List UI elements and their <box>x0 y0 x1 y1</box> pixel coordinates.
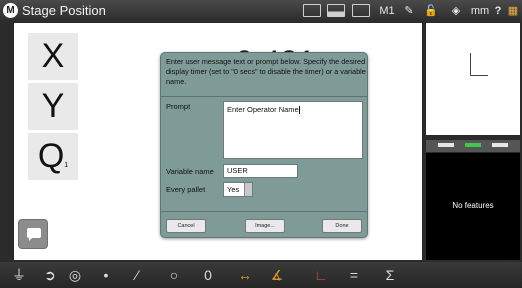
grid-view-icon[interactable] <box>352 4 370 17</box>
bottom-toolbar: ⏚ ➲ ◎ • ⁄ ○ 0 ↔ ∡ ∟ = Σ <box>0 262 522 288</box>
sigma-icon[interactable]: Σ <box>381 266 399 284</box>
layout-icon[interactable] <box>327 4 345 17</box>
app-logo-icon[interactable]: M <box>3 3 18 18</box>
cancel-button[interactable]: Cancel <box>166 219 206 233</box>
datum-icon[interactable]: ◈ <box>449 4 463 18</box>
done-button[interactable]: Done <box>322 219 362 233</box>
circle-icon[interactable]: ○ <box>165 266 183 284</box>
prompt-label: Prompt <box>166 102 191 111</box>
grid-icon[interactable]: ▦ <box>507 4 519 18</box>
tab-left[interactable] <box>438 143 454 147</box>
features-panel: No features <box>426 153 520 260</box>
keypad-icon[interactable] <box>303 4 321 17</box>
every-pallet-value: Yes <box>227 185 240 194</box>
units-label[interactable]: mm <box>470 4 490 18</box>
equals-icon[interactable]: = <box>345 266 363 284</box>
dialog-description: Enter user message text or prompt below.… <box>166 57 366 86</box>
view-x-axis <box>470 75 488 76</box>
axis-y-label: Y <box>41 87 65 125</box>
window-title: Stage Position <box>22 3 106 18</box>
part-view-panel[interactable] <box>426 23 520 135</box>
toggle-knob <box>244 183 252 196</box>
application-window: M Stage Position M1 ✎ 🔓 ◈ mm ? ▦ X Y Q1 … <box>0 0 522 288</box>
axis-q-label: Q <box>37 137 65 175</box>
probe-tool-icon[interactable]: ⏚ <box>10 266 28 284</box>
probe-arm-icon[interactable]: ✎ <box>401 4 417 18</box>
variable-name-input[interactable]: USER <box>223 164 298 178</box>
image-button[interactable]: Image... <box>245 219 285 233</box>
tab-middle[interactable] <box>465 143 481 147</box>
axis-q-subscript: 1 <box>64 162 69 169</box>
tab-right[interactable] <box>492 143 508 147</box>
features-empty-text: No features <box>452 201 494 210</box>
slot-icon[interactable]: 0 <box>199 266 217 284</box>
axis-x-label: X <box>41 37 65 75</box>
dialog-divider-bottom <box>161 211 367 212</box>
title-bar: M Stage Position M1 ✎ 🔓 ◈ mm ? ▦ <box>0 0 522 22</box>
prompt-textarea[interactable]: Enter Operator Name <box>223 101 363 159</box>
machine-label[interactable]: M1 <box>377 4 397 18</box>
angle-icon[interactable]: ∡ <box>268 266 286 284</box>
line-icon[interactable]: ⁄ <box>128 266 146 284</box>
coordinate-system-icon[interactable]: ∟ <box>312 266 330 284</box>
circle-dot-icon[interactable]: ◎ <box>66 266 84 284</box>
every-pallet-label: Every pallet <box>166 185 206 194</box>
prompt-text: Enter Operator Name <box>227 105 299 114</box>
variable-name-label: Variable name <box>166 167 214 176</box>
target-arrow-icon[interactable]: ➲ <box>41 266 59 284</box>
message-dialog: Enter user message text or prompt below.… <box>160 52 368 238</box>
help-icon[interactable]: ? <box>492 4 504 18</box>
axis-q-button[interactable]: Q1 <box>28 133 78 180</box>
every-pallet-toggle[interactable]: Yes <box>223 182 253 197</box>
dialog-divider-top <box>161 96 367 97</box>
message-button[interactable] <box>18 219 48 249</box>
text-caret <box>298 106 300 115</box>
unlock-icon[interactable]: 🔓 <box>424 4 438 18</box>
distance-icon[interactable]: ↔ <box>236 266 254 284</box>
point-icon[interactable]: • <box>97 266 115 284</box>
panel-tabstrip <box>426 140 520 152</box>
axis-x-button[interactable]: X <box>28 33 78 80</box>
view-y-axis <box>470 53 471 75</box>
speech-bubble-icon <box>27 228 41 241</box>
axis-y-button[interactable]: Y <box>28 83 78 130</box>
